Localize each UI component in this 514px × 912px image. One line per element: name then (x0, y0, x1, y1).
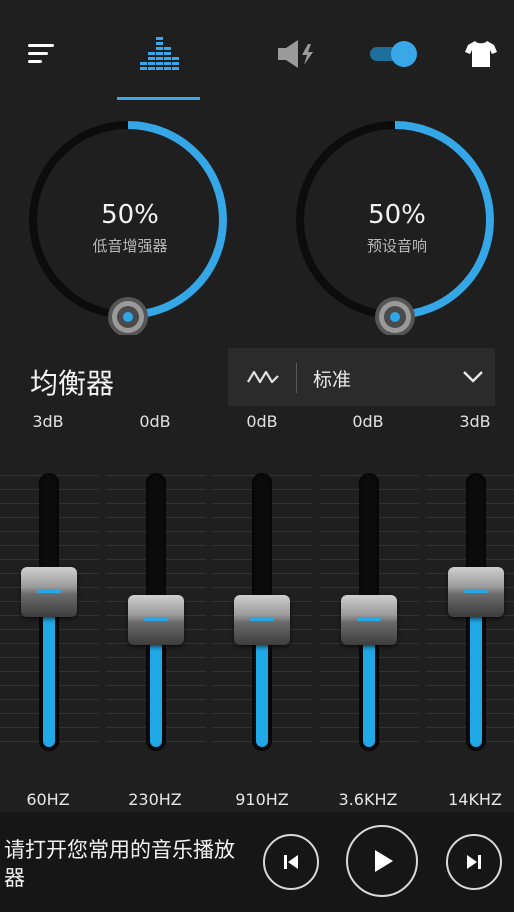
band-slider-60hz[interactable] (0, 465, 99, 755)
previous-button[interactable] (263, 834, 319, 890)
slider-handle[interactable] (341, 595, 397, 645)
band-db-14khz: 3dB (459, 412, 491, 431)
toggle-switch[interactable] (368, 36, 420, 72)
waveform-icon (246, 366, 280, 390)
virtualizer-label: 预设音响 (366, 237, 427, 255)
band-freq-60hz: 60HZ (26, 790, 70, 809)
preset-name: 标准 (313, 369, 352, 391)
equalizer-icon[interactable] (138, 36, 180, 72)
slider-handle[interactable] (448, 567, 504, 618)
band-db-60hz: 3dB (32, 412, 64, 431)
bass-boost-label: 低音增强器 (92, 237, 168, 255)
band-db-3-6khz: 0dB (352, 412, 384, 431)
play-button[interactable] (346, 825, 418, 897)
band-freq-14khz: 14KHZ (448, 790, 502, 809)
slider-handle[interactable] (128, 595, 184, 645)
band-db-230hz: 0dB (139, 412, 171, 431)
chevron-down-icon (461, 366, 485, 390)
band-slider-910hz[interactable] (212, 465, 312, 755)
skip-previous-icon (284, 855, 298, 869)
bass-boost-knob[interactable]: 50% 低音增强器 (25, 120, 235, 335)
speaker-boost-icon[interactable] (276, 36, 320, 72)
next-button[interactable] (446, 834, 502, 890)
bass-boost-value: 50% (101, 200, 159, 230)
band-slider-3-6khz[interactable] (319, 465, 419, 755)
virtualizer-knob[interactable]: 50% 预设音响 (292, 120, 502, 335)
slider-handle[interactable] (234, 595, 290, 645)
slider-handle[interactable] (21, 567, 77, 618)
preset-dropdown[interactable]: 标准 (228, 348, 495, 406)
band-freq-230hz: 230HZ (128, 790, 182, 809)
play-icon (375, 850, 393, 872)
player-bar: 请打开您常用的音乐播放器 (0, 812, 514, 912)
player-hint: 请打开您常用的音乐播放器 (4, 838, 235, 890)
band-slider-14khz[interactable] (426, 465, 514, 755)
skip-next-icon (467, 855, 481, 869)
preset-divider (296, 363, 297, 393)
band-slider-230hz[interactable] (106, 465, 206, 755)
equalizer-title: 均衡器 (30, 367, 115, 400)
band-db-910hz: 0dB (246, 412, 278, 431)
active-tab-indicator (117, 97, 200, 100)
band-freq-3-6khz: 3.6KHZ (338, 790, 398, 809)
menu-icon[interactable] (26, 36, 58, 72)
tshirt-icon[interactable] (464, 36, 498, 72)
virtualizer-value: 50% (368, 200, 426, 230)
top-bar (0, 0, 514, 104)
band-freq-910hz: 910HZ (235, 790, 289, 809)
